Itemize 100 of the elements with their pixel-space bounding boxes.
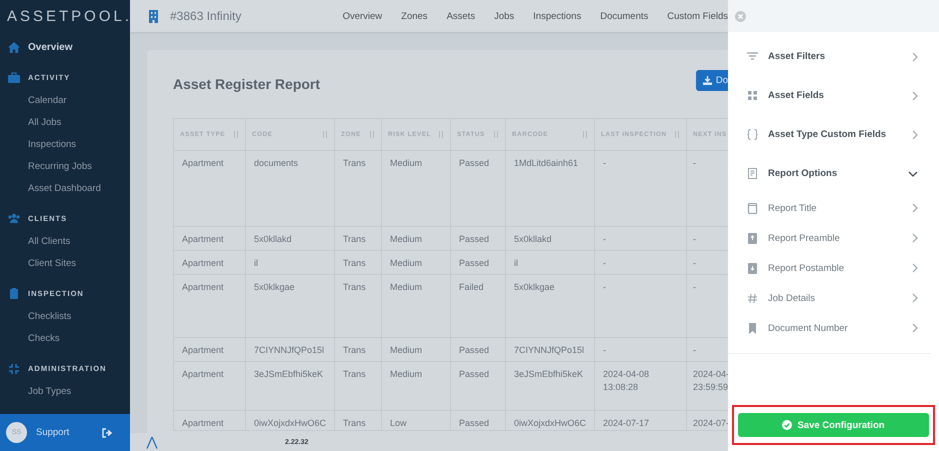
table-cell: - [693,258,696,268]
table-cell: Passed [459,369,490,379]
table-cell: 5x0kllakd [254,234,292,244]
column-resize-icon [439,131,444,138]
table-cell: - [603,234,606,244]
nav-link[interactable]: Documents [600,10,648,22]
panel-item[interactable]: Report Options [736,154,920,193]
nav-link[interactable]: Custom Fields [667,10,728,22]
table-cell: Apartment [182,369,224,379]
table-cell: Trans [343,282,366,292]
table-cell: Apartment [182,345,224,355]
close-icon [735,10,746,22]
table-cell: Trans [343,369,366,379]
chevron-right-icon [912,263,918,273]
building-icon [149,10,158,22]
table-cell: Medium [390,258,422,268]
table-cell: Trans [343,158,366,168]
table-cell: - [693,282,696,292]
bookmark-icon [747,322,758,334]
nav-link[interactable]: Assets [446,10,476,22]
nav-link[interactable]: Zones [401,10,428,22]
table-cell: - [693,345,696,355]
table-cell: Medium [390,345,422,355]
table-cell: Passed [459,258,490,268]
table-cell: 2024-07-17 [603,418,650,428]
column-resize-icon [323,131,328,138]
document-icon [747,168,758,179]
table-cell: 5x0kllakd [514,234,552,244]
panel-item[interactable]: Asset Fields [736,76,920,115]
sidebar-item[interactable]: Job Types [28,386,72,396]
page-up-icon [747,232,758,244]
nav-link[interactable]: Inspections [533,10,582,22]
sidebar-item[interactable]: Checks [28,332,60,344]
download-button[interactable]: Do [696,70,728,90]
people-icon [8,212,20,224]
column-resize-icon [675,131,680,138]
panel-item[interactable]: Document Number [736,313,920,343]
table-cell: Medium [390,158,422,168]
panel-item[interactable]: Report Preamble [736,223,920,253]
sidebar-item[interactable]: Inspections [28,138,76,150]
table-cell: Apartment [182,282,224,292]
sidebar-item[interactable]: Client Sites [28,258,76,268]
table-cell: Trans [343,234,366,244]
table-cell: - [603,345,606,355]
table-cell: 2024-04-08 13:08:28 [603,369,650,392]
column-resize-icon [370,131,375,138]
chevron-right-icon [912,203,918,213]
table-cell: 0iwXojxdxHwO6C [514,418,586,428]
panel-item[interactable]: Report Postamble [736,253,920,283]
table-cell: - [603,158,606,168]
nav-link[interactable]: Overview [342,10,382,22]
table-cell: Apartment [182,234,224,244]
page-icon [747,202,758,214]
report-title: Asset Register Report [173,76,320,92]
table-cell: Apartment [182,258,224,268]
filter-icon [747,51,758,62]
hash-icon [747,292,758,304]
sidebar-item[interactable]: Overview [28,42,72,52]
table-cell: Passed [459,158,490,168]
panel-item[interactable]: Asset Filters [736,37,920,76]
sidebar-item[interactable]: Recurring Jobs [28,160,92,172]
sidebar-item[interactable]: Checklists [28,310,72,322]
chevron-right-icon [912,293,918,303]
table-cell: Low [390,418,407,428]
chevron-right-icon [912,233,918,243]
panel-item[interactable]: Asset Type Custom Fields [736,115,920,154]
table-cell: Apartment [182,158,224,168]
table-cell: Trans [343,418,366,428]
table-cell: 3eJSmEbfhi5keK [514,369,584,379]
table-cell: - [603,258,606,268]
table-cell: il [254,258,258,268]
download-icon [702,76,712,84]
table-cell: - [693,234,696,244]
table-cell: il [514,258,518,268]
grid-icon [747,90,758,101]
sidebar-item[interactable]: Asset Dashboard [28,182,101,194]
sidebar-item[interactable]: Calendar [28,94,67,106]
sidebar-item[interactable]: All Clients [28,236,70,246]
table-cell: Passed [459,234,490,244]
table-cell: 3eJSmEbfhi5keK [254,369,324,379]
column-resize-icon [494,131,499,138]
close-button[interactable] [735,10,746,22]
table-cell: 5x0klkgae [254,282,295,292]
briefcase-icon [8,72,20,84]
nav-link[interactable]: Jobs [494,10,514,22]
table-cell: Apartment [182,418,224,428]
table-cell: 5x0klkgae [514,282,555,292]
chevron-right-icon [912,323,918,333]
braces-icon [747,129,758,140]
triangle-logo-icon [146,436,158,448]
sidebar-item[interactable]: All Jobs [28,116,62,128]
table-cell: 7CIYNNJfQPo15l [254,345,324,355]
table-cell: documents [254,158,298,168]
table-cell: 7CIYNNJfQPo15l [514,345,584,355]
panel-item[interactable]: Report Title [736,193,920,223]
panel-item[interactable]: Job Details [736,283,920,313]
column-resize-icon [583,131,588,138]
table-cell: 1MdLitd6ainh61 [514,158,578,168]
home-icon [8,42,20,52]
column-resize-icon [234,131,239,138]
